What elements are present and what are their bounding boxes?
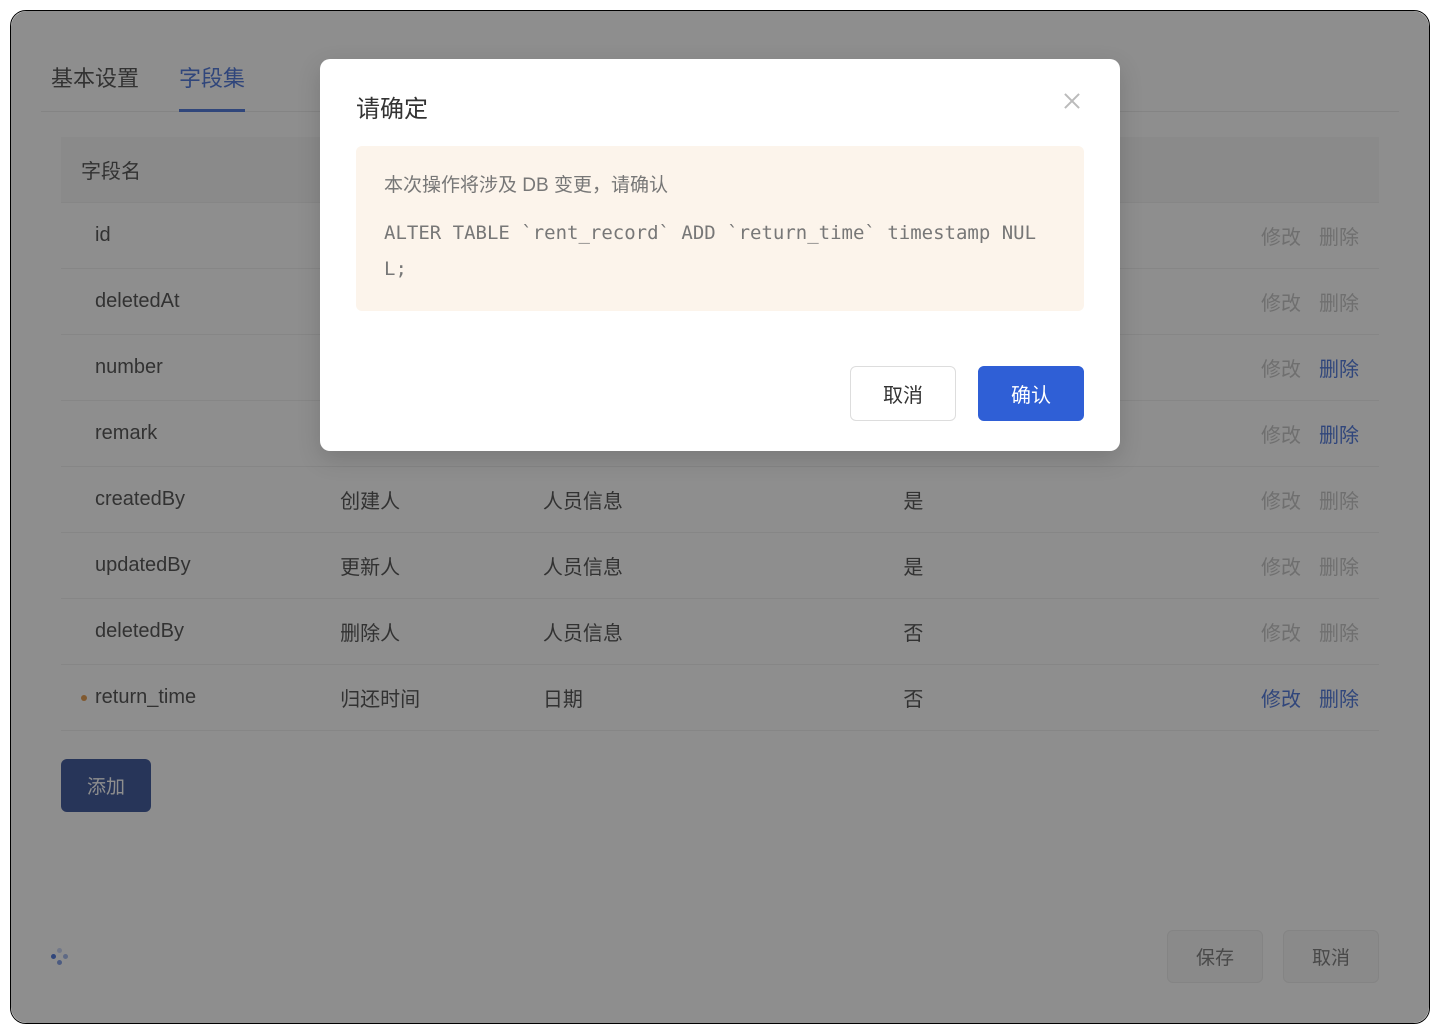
modal-title: 请确定 (356, 89, 1060, 124)
modal-sql-text: ALTER TABLE `rent_record` ADD `return_ti… (384, 215, 1056, 287)
modal-cancel-button[interactable]: 取消 (850, 366, 956, 421)
confirm-modal: 请确定 本次操作将涉及 DB 变更，请确认 ALTER TABLE `rent_… (320, 59, 1120, 451)
close-icon[interactable] (1060, 89, 1084, 113)
modal-confirm-button[interactable]: 确认 (978, 366, 1084, 421)
modal-warning-text: 本次操作将涉及 DB 变更，请确认 (384, 170, 1056, 197)
